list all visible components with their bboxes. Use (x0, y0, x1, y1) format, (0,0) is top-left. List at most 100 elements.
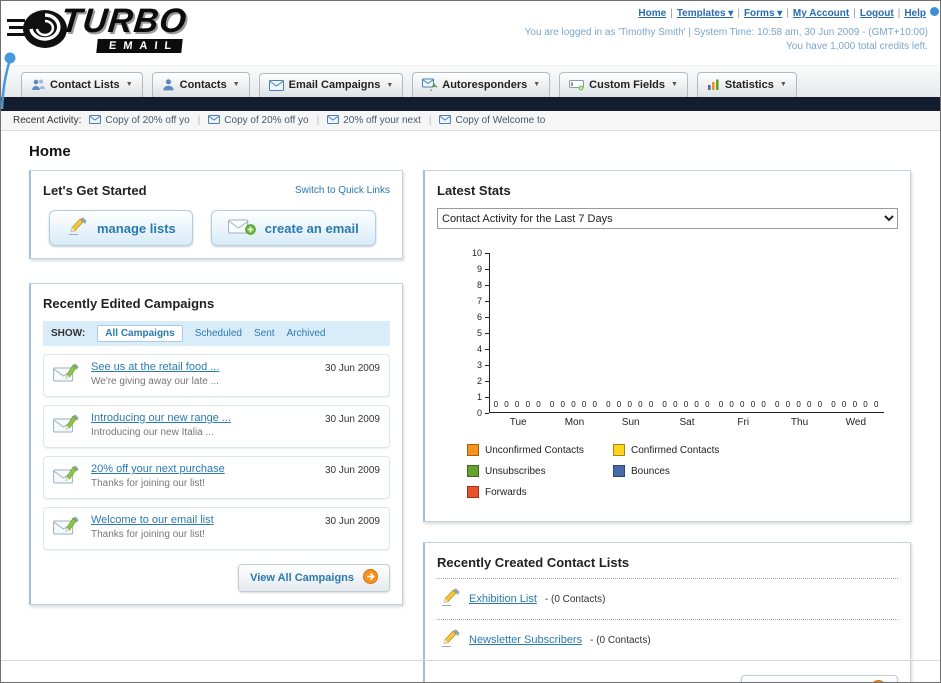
nav-tab-custom-fields[interactable]: Custom Fields ▼ (559, 72, 688, 97)
right-column: Latest Stats Contact Activity for the La… (423, 170, 911, 682)
recent-activity-item[interactable]: 20% off your next (327, 114, 421, 127)
x-axis-label: Sun (621, 417, 640, 428)
filter-tab-all-campaigns[interactable]: All Campaigns (97, 325, 183, 342)
page-title: Home (29, 143, 71, 160)
nav-tab-email-campaigns[interactable]: Email Campaigns ▼ (258, 73, 404, 97)
manage-lists-label: manage lists (97, 220, 176, 236)
manage-lists-button[interactable]: manage lists (49, 210, 193, 246)
campaign-row: See us at the retail food ... We're givin… (43, 354, 390, 397)
recent-activity-item[interactable]: Copy of 20% off yo (208, 114, 309, 127)
footer-divider (1, 660, 940, 661)
legend-color-swatch (467, 444, 479, 456)
campaign-title-link[interactable]: Introducing our new range ... (91, 412, 315, 424)
chart-value-labels: 0 0 0 0 0 (718, 400, 768, 409)
app-window: TURBO EMAIL Home | Templates ▾ | Forms ▾ | My … (0, 0, 941, 683)
filter-tab-sent[interactable]: Sent (254, 328, 275, 339)
campaign-text: See us at the retail food ... We're givin… (91, 361, 315, 387)
recent-activity-item[interactable]: Copy of 20% off yo (89, 114, 190, 127)
y-tick-label: 3 (476, 360, 482, 370)
recent-activity-bar: Recent Activity: Copy of 20% off yo | Copy… (1, 111, 940, 131)
y-tick-label: 9 (476, 264, 482, 274)
chart-value-labels: 0 0 0 0 0 (831, 400, 881, 409)
y-tick-label: 8 (476, 280, 482, 290)
filter-tab-scheduled[interactable]: Scheduled (195, 328, 242, 339)
filter-tab-archived[interactable]: Archived (287, 328, 326, 339)
campaign-title-link[interactable]: 20% off your next purchase (91, 463, 315, 475)
main-content: Home Let's Get Started Switch to Quick L… (1, 131, 940, 682)
legend-color-swatch (467, 486, 479, 498)
x-axis-label: Fri (737, 417, 750, 428)
view-all-campaigns-button[interactable]: View All Campaigns (238, 564, 390, 592)
separator: | (897, 8, 901, 19)
nav-tab-label: Contact Lists (50, 78, 120, 91)
get-started-panel: Let's Get Started Switch to Quick Links … (29, 170, 403, 259)
see-all-contact-lists-button[interactable]: See All Contact Lists (740, 675, 898, 682)
x-axis-label: Sat (679, 417, 695, 428)
campaign-row: 20% off your next purchase Thanks for joi… (43, 456, 390, 499)
recent-activity-text: Copy of 20% off yo (224, 115, 309, 126)
nav-tab-statistics[interactable]: Statistics ▼ (696, 72, 797, 97)
top-link-logout[interactable]: Logout (860, 8, 894, 19)
contact-list-link[interactable]: Exhibition List (469, 593, 537, 605)
nav-tab-autoresponders[interactable]: Autoresponders ▼ (412, 72, 551, 97)
separator: | (670, 8, 673, 19)
legend-item: Confirmed Contacts (613, 444, 759, 456)
chevron-down-icon: ▼ (779, 81, 787, 88)
pencil-icon (439, 629, 461, 651)
chart-plot-area: 0 0 0 0 0 0 0 0 0 0 0 0 0 0 0 0 0 0 0 0 0 0 … (489, 253, 884, 413)
campaign-date: 30 Jun 2009 (324, 465, 380, 476)
top-link-help[interactable]: Help (904, 8, 926, 19)
header-right: Home | Templates ▾ | Forms ▾ | My Account | Logo… (525, 6, 928, 52)
y-tick-label: 0 (476, 408, 482, 418)
contact-lists-title: Recently Created Contact Lists (437, 555, 898, 579)
top-link-my-account[interactable]: My Account (793, 8, 849, 19)
separator: | (197, 115, 201, 126)
pencil-icon (66, 217, 88, 239)
y-tick-label: 6 (476, 312, 482, 322)
chevron-down-icon: ▼ (125, 81, 133, 88)
top-link-home[interactable]: Home (638, 8, 666, 19)
separator: | (786, 8, 789, 19)
chart-legend: Unconfirmed Contacts Confirmed Contacts Un… (467, 444, 898, 507)
contact-list-count: - (0 Contacts) (590, 634, 651, 646)
envelope-plus-icon (227, 218, 256, 239)
main-nav: Contact Lists ▼ Contacts ▼ Email Campaigns ▼ A… (1, 65, 940, 97)
field-icon (569, 78, 585, 91)
recent-activity-item[interactable]: Copy of Welcome to (439, 114, 545, 127)
view-all-campaigns-label: View All Campaigns (250, 572, 354, 584)
logo-primary-text: TURBO (59, 2, 189, 40)
legend-item: Unsubscribes (467, 465, 613, 477)
campaign-text: Introducing our new range ... Introducing… (91, 412, 315, 438)
contact-list-link[interactable]: Newsletter Subscribers (469, 634, 582, 646)
legend-label: Unsubscribes (485, 465, 546, 477)
chart-columns: 0 0 0 0 0 0 0 0 0 0 0 0 0 0 0 0 0 0 0 0 0 0 … (490, 253, 884, 412)
contact-list-item: Exhibition List - (0 Contacts) (437, 579, 898, 620)
campaign-text: 20% off your next purchase Thanks for joi… (91, 463, 315, 489)
campaigns-actions: View All Campaigns (43, 564, 390, 592)
arrow-circle-icon (363, 569, 378, 587)
campaign-title-link[interactable]: See us at the retail food ... (91, 361, 315, 373)
top-link-templates[interactable]: Templates ▾ (677, 8, 734, 19)
stats-period-select[interactable]: Contact Activity for the Last 7 Days (437, 208, 898, 229)
envelope-pencil-icon (53, 414, 81, 441)
switch-quick-links-link[interactable]: Switch to Quick Links (295, 185, 390, 196)
create-email-button[interactable]: create an email (210, 210, 376, 246)
y-tick-label: 4 (476, 344, 482, 354)
campaign-date: 30 Jun 2009 (324, 516, 380, 527)
x-axis-label: Tue (509, 417, 527, 428)
envelope-icon (208, 114, 221, 127)
top-link-forms[interactable]: Forms ▾ (744, 8, 782, 19)
chart-value-labels: 0 0 0 0 0 (549, 400, 599, 409)
nav-tab-contacts[interactable]: Contacts ▼ (151, 72, 250, 97)
legend-label: Bounces (631, 465, 670, 477)
campaign-date: 30 Jun 2009 (324, 414, 380, 425)
nav-tab-contact-lists[interactable]: Contact Lists ▼ (21, 72, 143, 97)
envelope-pencil-icon (53, 465, 81, 492)
y-tick-label: 10 (471, 248, 482, 258)
campaign-title-link[interactable]: Welcome to our email list (91, 514, 315, 526)
dashboard-columns: Let's Get Started Switch to Quick Links … (29, 170, 914, 682)
contact-list-items: Exhibition List - (0 Contacts) Newsletter … (437, 579, 898, 661)
y-tick-label: 2 (476, 376, 482, 386)
y-tick-label: 7 (476, 296, 482, 306)
y-tick-label: 1 (476, 392, 482, 402)
